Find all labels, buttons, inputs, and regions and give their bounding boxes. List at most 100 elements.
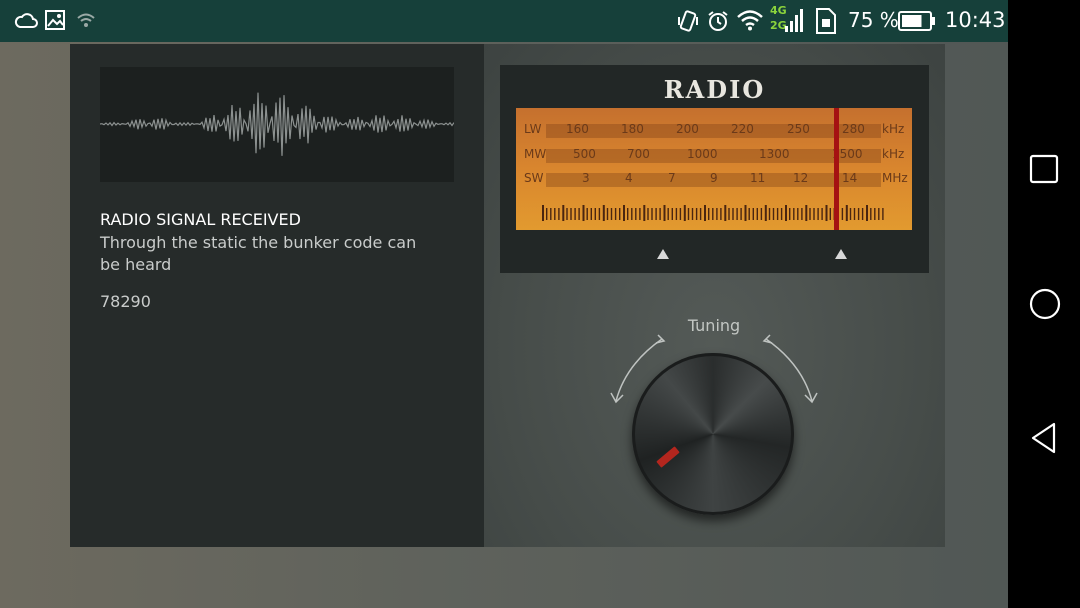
dial-tick [857, 208, 860, 220]
wifi-icon [736, 9, 764, 35]
band-value: 180 [621, 122, 644, 136]
dial-tick [841, 208, 844, 220]
dial-tick [845, 205, 848, 221]
dial-tick [639, 208, 641, 220]
dial-tick [558, 208, 560, 220]
sim-icon [814, 7, 838, 39]
dial-tick [550, 208, 552, 220]
dial-tick [635, 208, 637, 220]
dial-tick [679, 208, 682, 220]
dial-tick [699, 208, 702, 220]
wifi-small-icon [76, 12, 96, 32]
signal-title: RADIO SIGNAL RECEIVED [100, 210, 301, 229]
dial-tick [785, 205, 787, 221]
dial-tick [602, 205, 605, 221]
dial-tick [542, 205, 544, 221]
dial-tick [594, 208, 596, 220]
dial-tick [683, 205, 686, 221]
knob-indicator [656, 446, 680, 468]
waveform-graphic [99, 92, 455, 156]
dial-tick [789, 208, 791, 220]
dial-tick [586, 208, 588, 220]
dial-tick [813, 208, 815, 220]
recents-icon[interactable] [1028, 153, 1060, 189]
dial-tick [878, 208, 880, 220]
dial-tick [659, 208, 661, 220]
dial-tick [736, 208, 738, 220]
dial-tick [651, 208, 653, 220]
band-row-mw: MW 500 700 1000 1300 1500 kHz [516, 147, 912, 165]
battery-percent: 75 % [848, 8, 899, 32]
battery-icon [898, 11, 936, 35]
dial-tick [546, 208, 548, 220]
dial-tick [574, 208, 576, 220]
dial-tick [728, 208, 730, 220]
dial-tick [663, 205, 666, 221]
dial-tick [708, 208, 710, 220]
dial-tick [598, 208, 601, 220]
back-icon[interactable] [1028, 421, 1060, 459]
band-label: LW [524, 122, 542, 136]
dial-tick [562, 205, 565, 221]
signal-panel: RADIO SIGNAL RECEIVED Through the static… [70, 44, 484, 547]
band-value: 200 [676, 122, 699, 136]
dial-tick [554, 208, 556, 220]
dial-tick [675, 208, 678, 220]
dial-tick [797, 208, 799, 220]
gallery-icon [44, 9, 66, 35]
radio-title: RADIO [663, 75, 766, 104]
dial-tick [801, 208, 803, 220]
dial-tick [704, 205, 706, 221]
dial-tick [671, 208, 673, 220]
dial-tick [825, 205, 828, 221]
tuning-knob[interactable] [632, 353, 794, 515]
dial-tick [817, 208, 819, 220]
dial-tick [756, 208, 758, 220]
band-value: 7 [668, 171, 676, 185]
dial-tick [776, 208, 779, 220]
dial-tick [712, 208, 714, 220]
dial-tick [772, 208, 775, 220]
dial-tick [623, 205, 625, 221]
dial-tick [667, 208, 669, 220]
alarm-icon [706, 9, 730, 37]
band-value: 250 [787, 122, 810, 136]
dial-tick [627, 208, 629, 220]
band-unit: kHz [882, 122, 905, 136]
dial-tick [853, 208, 856, 220]
dial-tick [760, 208, 763, 220]
frequency-dial: LW 160 180 200 220 250 280 kHz MW 500 70… [516, 108, 912, 230]
band-unit: kHz [882, 147, 905, 161]
band-row-lw: LW 160 180 200 220 250 280 kHz [516, 122, 912, 140]
dial-tick [724, 205, 727, 221]
cloud-icon [14, 11, 38, 33]
dial-tick [780, 208, 783, 220]
dial-tick [695, 208, 698, 220]
dial-tick [793, 208, 795, 220]
waveform-display [99, 67, 455, 182]
dial-marker-right [835, 249, 847, 259]
radio-panel: RADIO LW 160 180 200 220 250 280 kHz MW … [484, 44, 945, 547]
band-value: 160 [566, 122, 589, 136]
dial-tick [732, 208, 734, 220]
dial-tick [882, 208, 884, 220]
dial-tick [752, 208, 754, 220]
band-label: SW [524, 171, 544, 185]
dial-tick [805, 205, 808, 221]
dial-tick [590, 208, 592, 220]
home-icon[interactable] [1028, 287, 1062, 325]
band-value: 280 [842, 122, 865, 136]
dial-tick [809, 208, 811, 220]
signal-icon [784, 8, 804, 38]
dial-tick [861, 208, 864, 220]
status-bar: 4G 2G 75 % 10:43 [0, 0, 1008, 42]
dial-tick [619, 208, 621, 220]
dial-tick [566, 208, 568, 220]
dial-tick [874, 208, 876, 220]
dial-tick [748, 208, 750, 220]
dial-marker-left [657, 249, 669, 259]
dial-tick [606, 208, 609, 220]
dial-tick [631, 208, 633, 220]
dial-tick [647, 208, 649, 220]
dial-tick [716, 208, 718, 220]
